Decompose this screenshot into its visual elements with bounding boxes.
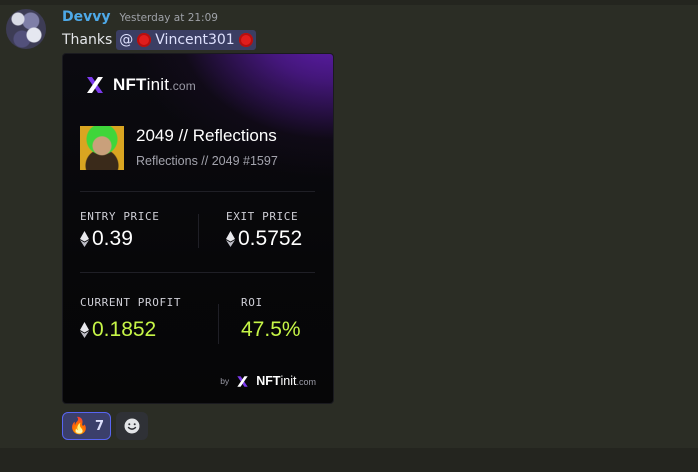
- roi-label: ROI: [241, 296, 263, 309]
- footer-brand-thin: init: [280, 374, 297, 388]
- nft-title: 2049 // Reflections: [136, 126, 277, 145]
- user-mention[interactable]: @ Vincent301: [116, 30, 256, 50]
- brand-name-suffix: .com: [169, 79, 197, 93]
- entry-price-label: ENTRY PRICE: [80, 210, 160, 223]
- add-reaction-button[interactable]: [116, 412, 148, 440]
- brand-name: NFTinit.com: [113, 75, 196, 95]
- current-profit-label: CURRENT PROFIT: [80, 296, 182, 309]
- bottom-divider: [0, 448, 698, 472]
- mention-name: Vincent301: [155, 32, 235, 48]
- nftinit-logo-icon: [237, 375, 248, 387]
- timestamp: Yesterday at 21:09: [119, 12, 218, 24]
- eth-icon: [226, 231, 235, 247]
- eth-icon: [80, 231, 89, 247]
- entry-price-value: 0.39: [80, 227, 133, 251]
- smiley-icon: [124, 418, 140, 434]
- eth-icon: [80, 322, 89, 338]
- nft-profit-card[interactable]: NFTinit.com 2049 // Reflections Reflecti…: [62, 53, 334, 404]
- current-profit-amount: 0.1852: [92, 318, 157, 341]
- top-divider: [0, 0, 698, 5]
- message-header: Devvy Yesterday at 21:09: [62, 9, 218, 27]
- entry-price-amount: 0.39: [92, 227, 133, 250]
- red-circle-icon: [137, 33, 152, 47]
- footer-by: by: [220, 376, 230, 386]
- nft-subtitle: Reflections // 2049 #1597: [136, 154, 278, 168]
- chat-view: Devvy Yesterday at 21:09 Thanks @ Vincen…: [0, 0, 698, 472]
- current-profit-value: 0.1852: [80, 318, 156, 342]
- nftinit-logo-icon: [87, 77, 103, 93]
- divider: [218, 304, 219, 344]
- reaction-fire[interactable]: 🔥 7: [62, 412, 111, 440]
- message-body: Thanks @ Vincent301: [62, 30, 256, 50]
- username[interactable]: Devvy: [62, 9, 111, 25]
- divider: [198, 214, 199, 248]
- divider: [80, 272, 315, 273]
- reaction-count: 7: [94, 418, 104, 434]
- roi-value: 47.5%: [241, 318, 301, 342]
- divider: [80, 191, 315, 192]
- red-circle-icon: [238, 33, 253, 47]
- brand: NFTinit.com: [85, 75, 196, 95]
- footer-brand: NFTinit.com: [256, 374, 316, 388]
- card-footer: by NFTinit.com: [220, 374, 316, 388]
- footer-brand-bold: NFT: [256, 374, 281, 388]
- message-text: Thanks: [62, 32, 113, 48]
- mention-at: @: [119, 32, 134, 48]
- footer-brand-suffix: .com: [296, 377, 316, 387]
- exit-price-value: 0.5752: [226, 227, 302, 251]
- avatar[interactable]: [6, 9, 46, 49]
- brand-name-thin: init: [146, 75, 170, 94]
- exit-price-label: EXIT PRICE: [226, 210, 299, 223]
- fire-icon: 🔥: [69, 416, 89, 435]
- roi-amount: 47.5%: [241, 318, 301, 341]
- nft-thumbnail: [80, 126, 124, 170]
- exit-price-amount: 0.5752: [238, 227, 303, 250]
- brand-name-bold: NFT: [113, 75, 147, 94]
